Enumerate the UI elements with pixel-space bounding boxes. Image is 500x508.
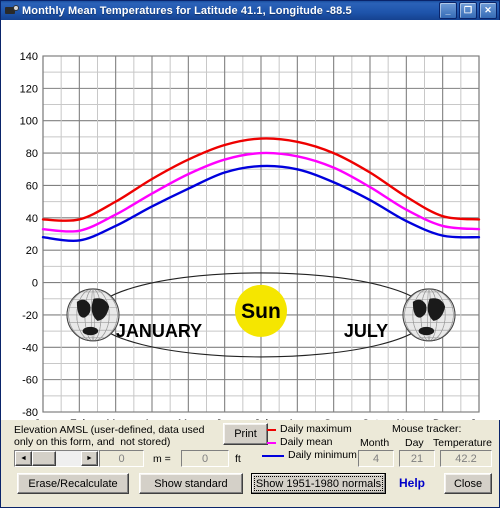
y-tick-label: 140 (20, 51, 38, 63)
mouse-tracker-temperature-label: Temperature (433, 437, 492, 449)
close-icon: ✕ (484, 5, 492, 15)
mouse-tracker-title: Mouse tracker: (392, 423, 462, 435)
controls-panel: Elevation AMSL (user-defined, data used … (1, 420, 499, 507)
elevation-caption-line2: only on this form, and not stored) (14, 436, 171, 448)
erase-recalculate-label: Erase/Recalculate (28, 477, 118, 490)
close-button-bottom[interactable]: Close (444, 473, 492, 494)
sun-label: Sun (241, 300, 281, 323)
close-button-label: Close (453, 477, 483, 490)
maximize-button[interactable]: ❐ (459, 2, 477, 19)
legend-swatch-minimum (262, 455, 284, 457)
elevation-scrollbar[interactable]: ◄ ► (14, 450, 99, 467)
elevation-caption-line1: Elevation AMSL (user-defined, data used (14, 424, 205, 436)
mouse-tracker-temperature-field: 42.2 (440, 450, 492, 467)
scroll-left-arrow-icon[interactable]: ◄ (15, 451, 32, 466)
minimize-icon: _ (445, 5, 451, 16)
application-window: Monthly Mean Temperatures for Latitude 4… (0, 0, 500, 508)
help-link[interactable]: Help (399, 476, 425, 490)
scroll-right-arrow-icon[interactable]: ► (81, 451, 98, 466)
temperature-chart[interactable]: 140120100806040200-20-40-60-80 JanFebMar… (1, 20, 500, 420)
legend-swatch-maximum (267, 429, 276, 431)
january-label: JANUARY (116, 321, 202, 341)
y-tick-label: 40 (26, 213, 38, 225)
chart-canvas: 140120100806040200-20-40-60-80 JanFebMar… (20, 51, 488, 420)
y-tick-label: 0 (32, 278, 38, 290)
title-bar: Monthly Mean Temperatures for Latitude 4… (1, 1, 499, 20)
legend-label-maximum: Daily maximum (280, 423, 352, 435)
show-normals-button[interactable]: Show 1951-1980 normals (251, 473, 386, 494)
print-button-label: Print (234, 428, 257, 440)
y-tick-label: 120 (20, 83, 38, 95)
y-axis-tick-labels: 140120100806040200-20-40-60-80 (20, 51, 38, 419)
show-standard-label: Show standard (154, 477, 228, 490)
y-tick-label: -40 (22, 342, 38, 354)
earth-globe-july (402, 288, 456, 342)
show-standard-button[interactable]: Show standard (139, 473, 243, 494)
maximize-icon: ❐ (463, 5, 473, 15)
y-tick-label: -60 (22, 375, 38, 387)
meters-equals-label: m = (153, 453, 171, 465)
window-title: Monthly Mean Temperatures for Latitude 4… (22, 4, 352, 17)
mouse-tracker-day-field: 21 (399, 450, 435, 467)
close-button[interactable]: ✕ (479, 2, 497, 19)
july-label: JULY (344, 321, 388, 341)
minimize-button[interactable]: _ (439, 2, 457, 19)
mouse-tracker-month-label: Month (360, 437, 390, 449)
show-normals-label: Show 1951-1980 normals (254, 476, 383, 491)
elevation-meters-field[interactable]: 0 (99, 450, 144, 467)
y-tick-label: 60 (26, 180, 38, 192)
y-tick-label: -20 (22, 310, 38, 322)
scrollbar-track[interactable] (56, 451, 81, 466)
window-controls: _ ❐ ✕ (439, 2, 497, 19)
y-tick-label: 20 (26, 245, 38, 257)
erase-recalculate-button[interactable]: Erase/Recalculate (17, 473, 129, 494)
app-chart-icon (4, 4, 19, 17)
legend-label-mean: Daily mean (280, 436, 333, 448)
mouse-tracker-month-field: 4 (358, 450, 394, 467)
earth-globe-january (66, 288, 120, 342)
feet-unit-label: ft (235, 453, 241, 465)
print-button[interactable]: Print (223, 423, 268, 445)
window-client-area: 140120100806040200-20-40-60-80 JanFebMar… (1, 20, 500, 507)
y-tick-label: 80 (26, 148, 38, 160)
y-tick-label: 100 (20, 116, 38, 128)
scrollbar-thumb[interactable] (32, 451, 56, 466)
legend-swatch-mean (267, 442, 276, 444)
mouse-tracker-day-label: Day (405, 437, 424, 449)
elevation-feet-field[interactable]: 0 (181, 450, 229, 467)
legend-label-minimum: Daily minimum (288, 449, 357, 461)
